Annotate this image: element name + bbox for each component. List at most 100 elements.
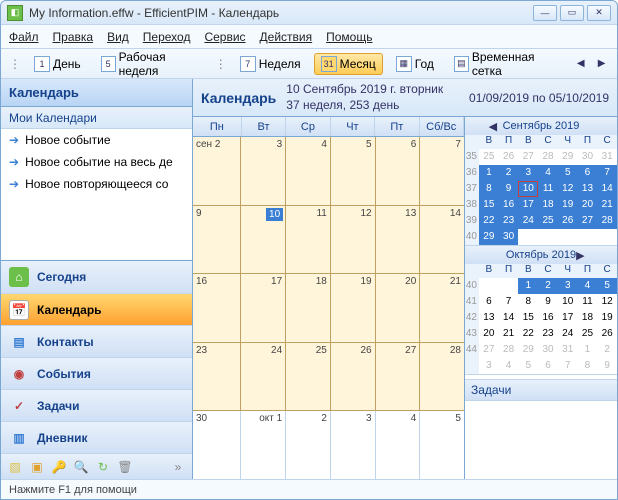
mini-day[interactable]: 1	[578, 342, 598, 358]
menu-service[interactable]: Сервис	[204, 30, 245, 44]
calendar-cell[interactable]: 3	[241, 137, 286, 205]
mini-day[interactable]	[518, 229, 538, 245]
mini-day[interactable]: 6	[538, 358, 558, 374]
search-icon[interactable]: 🔍	[73, 459, 89, 475]
mini-day[interactable]: 22	[518, 326, 538, 342]
mini-day[interactable]: 25	[538, 213, 558, 229]
view-workweek-button[interactable]: 5Рабочая неделя	[94, 47, 209, 81]
mini-day[interactable]: 17	[558, 310, 578, 326]
mini-day[interactable]: 1	[518, 278, 538, 294]
mini-day[interactable]: 8	[479, 181, 499, 197]
calendar-cell[interactable]: 16	[193, 274, 241, 342]
mini-day[interactable]	[499, 278, 519, 294]
nav-prev-button[interactable]: ◀	[573, 56, 588, 72]
more-icon[interactable]: »	[170, 459, 186, 475]
mini-day[interactable]: 17	[518, 197, 538, 213]
calendar-cell[interactable]: 2	[286, 411, 331, 479]
mini-day[interactable]: 19	[597, 310, 617, 326]
mini-day[interactable]: 4	[538, 165, 558, 181]
calendar-cell[interactable]: 17	[241, 274, 286, 342]
mini-day[interactable]: 5	[518, 358, 538, 374]
mini-day[interactable]: 14	[597, 181, 617, 197]
nav-next-button[interactable]: ▶	[594, 56, 609, 72]
mini-day[interactable]	[479, 278, 499, 294]
mini-day[interactable]: 7	[558, 358, 578, 374]
mini-day[interactable]: 2	[499, 165, 519, 181]
mini-day[interactable]: 30	[578, 149, 598, 165]
mini-day[interactable]	[538, 229, 558, 245]
mini-day[interactable]	[558, 229, 578, 245]
calendar-cell[interactable]: 14	[420, 206, 464, 274]
calendar-cell[interactable]: 6	[376, 137, 421, 205]
mini-day[interactable]: 13	[479, 310, 499, 326]
mini-day[interactable]: 29	[518, 342, 538, 358]
menu-file[interactable]: Файл	[9, 30, 39, 44]
menu-edit[interactable]: Правка	[53, 30, 94, 44]
action-new-allday[interactable]: ➔Новое событие на весь де	[1, 151, 192, 173]
mini-day[interactable]: 24	[558, 326, 578, 342]
view-day-button[interactable]: 1День	[27, 53, 88, 75]
mini-day[interactable]: 31	[597, 149, 617, 165]
mini-day[interactable]: 4	[578, 278, 598, 294]
refresh-icon[interactable]: ↻	[95, 459, 111, 475]
action-new-event[interactable]: ➔Новое событие	[1, 129, 192, 151]
mini-day[interactable]: 9	[538, 294, 558, 310]
calendar-cell[interactable]: 25	[286, 343, 331, 411]
mini-day[interactable]: 20	[578, 197, 598, 213]
mini-day[interactable]: 10	[518, 181, 538, 197]
menu-go[interactable]: Переход	[143, 30, 191, 44]
mini-day[interactable]: 11	[538, 181, 558, 197]
mini-day[interactable]: 26	[597, 326, 617, 342]
mini-day[interactable]: 14	[499, 310, 519, 326]
view-timegrid-button[interactable]: ▤Временная сетка	[447, 47, 567, 81]
calendar-cell[interactable]: 4	[376, 411, 421, 479]
mini-day[interactable]: 26	[558, 213, 578, 229]
mini-day[interactable]	[578, 229, 598, 245]
calendar-cell[interactable]: 4	[286, 137, 331, 205]
mini-day[interactable]: 29	[558, 149, 578, 165]
calendar-cell[interactable]: 3	[331, 411, 376, 479]
calendar-cell[interactable]: 5	[420, 411, 464, 479]
mini-day[interactable]: 28	[538, 149, 558, 165]
mini-day[interactable]: 30	[499, 229, 519, 245]
calendar-cell[interactable]: 27	[376, 343, 421, 411]
mini-day[interactable]: 27	[578, 213, 598, 229]
mini-day[interactable]: 11	[578, 294, 598, 310]
mini-day[interactable]: 25	[479, 149, 499, 165]
mini-day[interactable]: 21	[597, 197, 617, 213]
mini-day[interactable]: 3	[518, 165, 538, 181]
calendar-cell[interactable]: 10	[241, 206, 286, 274]
mini-day[interactable]: 22	[479, 213, 499, 229]
mini-day[interactable]: 21	[499, 326, 519, 342]
mini-day[interactable]: 12	[597, 294, 617, 310]
calendar-cell[interactable]: 7	[420, 137, 464, 205]
nav-events[interactable]: ◉События	[1, 357, 192, 389]
mini-day[interactable]: 25	[578, 326, 598, 342]
calendar-cell[interactable]: 12	[331, 206, 376, 274]
mini-day[interactable]: 5	[558, 165, 578, 181]
calendar-cell[interactable]: 18	[286, 274, 331, 342]
mini-day[interactable]: 8	[518, 294, 538, 310]
mini-day[interactable]: 28	[499, 342, 519, 358]
calendar-cell[interactable]: 26	[331, 343, 376, 411]
trash-icon[interactable]: 🗑	[117, 459, 133, 475]
nav-tasks[interactable]: ✓Задачи	[1, 389, 192, 421]
maximize-button[interactable]: ▭	[560, 5, 584, 21]
action-new-recurring[interactable]: ➔Новое повторяющееся со	[1, 173, 192, 195]
key-icon[interactable]: 🔑	[51, 459, 67, 475]
mini-day[interactable]: 23	[538, 326, 558, 342]
mini-day[interactable]: 6	[578, 165, 598, 181]
calendar-cell[interactable]: 21	[420, 274, 464, 342]
view-week-button[interactable]: 7Неделя	[233, 53, 308, 75]
minimize-button[interactable]: —	[533, 5, 557, 21]
mini-day[interactable]: 15	[518, 310, 538, 326]
mini-day[interactable]: 3	[558, 278, 578, 294]
calendar-cell[interactable]: 30	[193, 411, 241, 479]
mini-day[interactable]: 1	[479, 165, 499, 181]
mini-day[interactable]: 29	[479, 229, 499, 245]
mini-day[interactable]: 24	[518, 213, 538, 229]
mini-day[interactable]: 20	[479, 326, 499, 342]
mini-prev-button[interactable]: ◀	[489, 120, 503, 133]
mini-day[interactable]: 9	[499, 181, 519, 197]
nav-contacts[interactable]: ▤Контакты	[1, 325, 192, 357]
